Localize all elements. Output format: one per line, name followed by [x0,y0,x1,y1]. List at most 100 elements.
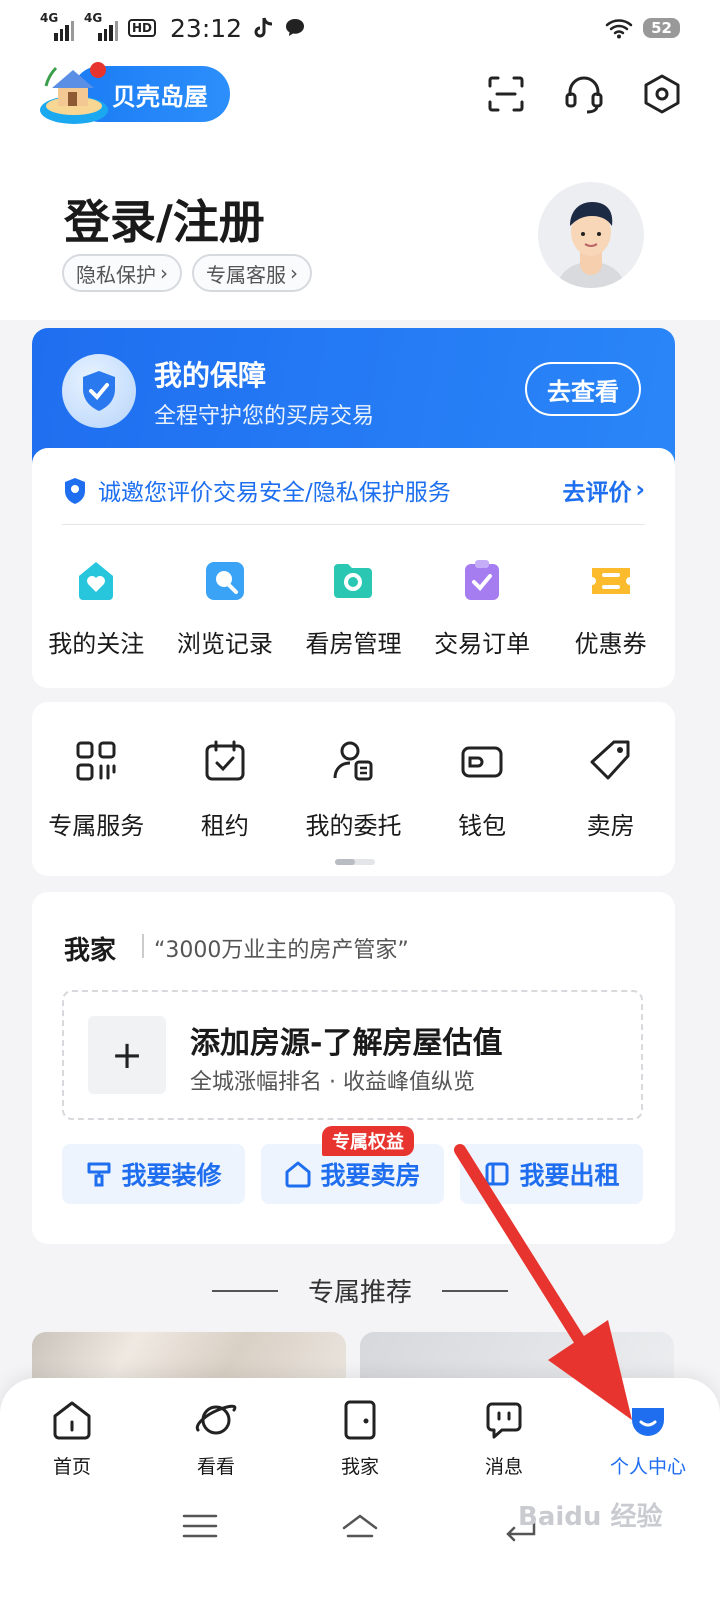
nav-tab-messages[interactable]: 消息 [432,1398,576,1479]
rent-out-button[interactable]: 我要出租 [460,1144,643,1204]
service-label: 卖房 [586,812,635,840]
recommend-title: 专属推荐 [307,1278,412,1308]
nav-tab-my-home[interactable]: 我家 [288,1398,432,1479]
my-home-subtitle: “3000万业主的房产管家” [154,938,409,963]
message-icon [486,1402,522,1439]
review-link[interactable]: 去评价 › [563,473,645,507]
quick-actions: 我的关注 浏览记录 看房管理 交易订单 优惠券 [32,558,675,659]
grid-icon [76,741,116,781]
my-home-card: 我家 “3000万业主的房产管家” + 添加房源-了解房屋估值 全城涨幅排名 ·… [32,892,675,1244]
header-actions [484,72,684,116]
quick-item-favorites[interactable]: 我的关注 [32,558,161,659]
shield-badge [62,354,136,428]
quick-item-history[interactable]: 浏览记录 [161,558,290,659]
service-item-commission[interactable]: 我的委托 [289,738,418,841]
watermark: Baidu 经验 [518,1502,663,1532]
protection-header: 我的保障 全程守护您的买房交易 去查看 [32,328,675,468]
service-item-wallet[interactable]: 钱包 [418,738,547,841]
service-label: 我的委托 [305,812,402,840]
profile-icon [632,1408,664,1436]
signal-icon: 4G [40,11,74,41]
paint-roller-icon [87,1162,111,1187]
nav-label: 我家 [340,1456,379,1478]
nav-label-active: 个人中心 [609,1456,686,1478]
profile-chips: 隐私保护 › 专属客服 › [62,254,312,292]
protection-body: 诚邀您评价交易安全/隐私保护服务 去评价 › 我的关注 浏览记录 看房管理 交易… [32,448,675,688]
status-time: 23:12 [170,13,243,43]
folder-icon [334,564,373,598]
services-card: 专属服务 租约 我的委托 钱包 卖房 [32,702,675,876]
quick-item-viewings[interactable]: 看房管理 [289,558,418,659]
wallet-icon [461,746,503,778]
avatar[interactable] [538,182,644,288]
quick-item-coupons[interactable]: 优惠券 [546,558,675,659]
service-label: 钱包 [458,812,507,840]
page-indicator [335,859,375,865]
action-label: 我要卖房 [320,1161,421,1190]
service-label: 租约 [200,812,249,840]
home-icon [53,1401,91,1440]
add-property-button[interactable]: + [88,1016,166,1094]
nav-tab-profile[interactable]: 个人中心 [576,1398,720,1479]
login-register-link[interactable]: 登录/注册 [64,186,265,252]
wifi-icon [605,19,633,39]
action-label: 我要装修 [121,1161,222,1190]
view-protection-button[interactable]: 去查看 [525,362,641,416]
default-avatar-icon [556,202,626,288]
location-shield-icon [65,478,85,504]
protection-card: 我的保障 全程守护您的买房交易 去查看 诚邀您评价交易安全/隐私保护服务 去评价… [32,328,675,688]
service-item-lease[interactable]: 租约 [161,738,290,841]
island-house-icon [40,62,108,124]
customer-service-chip[interactable]: 专属客服 › [192,254,312,292]
chat-bubble-icon [286,19,305,36]
service-item-exclusive[interactable]: 专属服务 [32,738,161,841]
home-nav-icon[interactable] [340,1506,380,1546]
add-property-box[interactable]: + 添加房源-了解房屋估值 全城涨幅排名 · 收益峰值纵览 [62,990,643,1120]
door-icon [344,1400,376,1440]
scan-icon[interactable] [484,72,528,116]
battery-indicator: 52 [643,18,680,38]
shield-check-icon [83,371,115,411]
protection-title: 我的保障 [154,359,267,392]
quick-label: 我的关注 [48,630,145,658]
nav-tab-home[interactable]: 首页 [0,1398,144,1479]
network-type-2: 4G [84,11,103,25]
services-row: 专属服务 租约 我的委托 钱包 卖房 [32,738,675,841]
review-link-label: 去评价 [562,480,632,506]
signal-icon-2: 4G [84,11,118,41]
service-review-invite[interactable]: 诚邀您评价交易安全/隐私保护服务 去评价 › [62,470,645,510]
quick-item-orders[interactable]: 交易订单 [418,558,547,659]
settings-icon[interactable] [640,72,684,116]
quick-label: 浏览记录 [176,630,273,658]
renovate-button[interactable]: 我要装修 [62,1144,245,1204]
heart-icon [79,562,114,600]
recommend-header: 专属推荐 [0,1272,720,1309]
exclusive-benefit-badge: 专属权益 [322,1126,414,1156]
quick-label: 交易订单 [434,630,531,658]
planet-icon [195,1404,237,1435]
nav-label: 首页 [52,1456,91,1478]
divider [62,524,645,525]
invite-text: 诚邀您评价交易安全/隐私保护服务 [98,480,451,506]
chevron-right-icon: › [635,477,645,503]
coupon-icon [591,568,630,594]
search-icon [205,562,244,600]
headset-icon[interactable] [562,72,606,116]
quick-label: 优惠券 [574,630,647,658]
status-left: 4G 4G HD 23:12 [40,11,306,43]
calendar-check-icon [205,740,245,781]
menu-icon[interactable] [180,1506,220,1546]
nav-label: 看看 [196,1456,235,1478]
house-icon [285,1161,311,1188]
service-label: 专属服务 [48,812,145,840]
nav-tab-explore[interactable]: 看看 [144,1398,288,1479]
protection-subtitle: 全程守护您的买房交易 [154,404,375,429]
service-item-sell[interactable]: 卖房 [546,738,675,841]
bottom-nav: 首页 看看 我家 消息 个人中心 [0,1378,720,1600]
nav-label: 消息 [484,1456,523,1478]
status-right: 52 [605,17,680,39]
chip-label: 隐私保护 [76,262,156,287]
action-label: 我要出租 [519,1161,620,1190]
app-logo[interactable]: 贝壳岛屋 [38,62,230,126]
privacy-protection-chip[interactable]: 隐私保护 › [62,254,182,292]
